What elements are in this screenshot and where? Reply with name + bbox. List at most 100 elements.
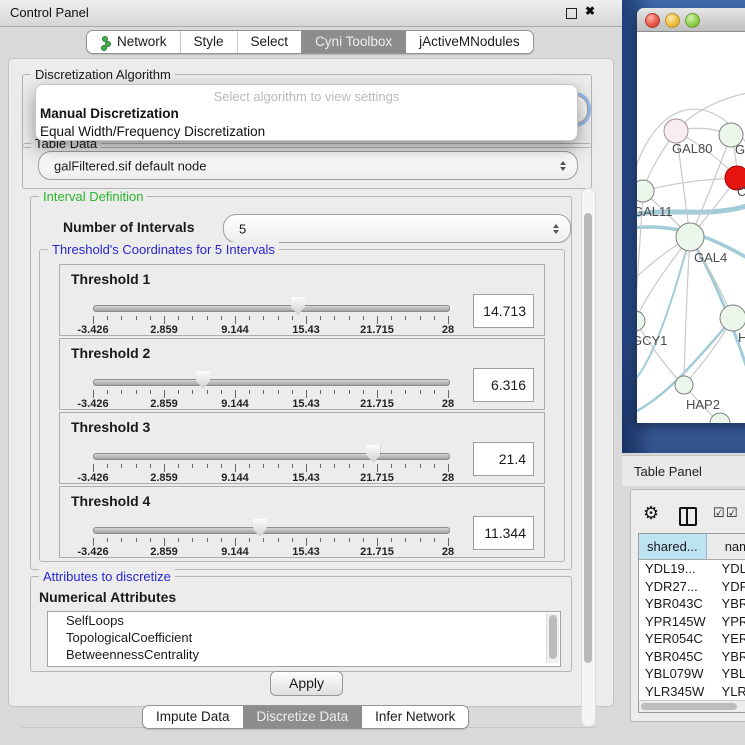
close-traffic-light-icon[interactable]	[645, 13, 660, 28]
attribute-item-selfloops[interactable]: SelfLoops	[48, 612, 560, 629]
threshold-panel-2: Threshold 2-3.4262.8599.14415.4321.71528…	[59, 338, 545, 410]
slider-track[interactable]	[93, 379, 450, 386]
slider-tick-label: 21.715	[360, 398, 394, 410]
algorithm-option-equal-width-frequency-discretization[interactable]: Equal Width/Frequency Discretization	[36, 123, 577, 141]
slider-track[interactable]	[93, 527, 450, 534]
network-edge[interactable]	[684, 237, 690, 385]
tab-cyni-toolbox[interactable]: Cyni Toolbox	[301, 31, 405, 53]
slider-thumb[interactable]	[253, 519, 267, 537]
threshold-value-input[interactable]: 6.316	[473, 368, 534, 402]
slider-tick	[93, 464, 94, 472]
close-icon[interactable]: ✖	[585, 4, 595, 18]
network-node[interactable]	[720, 305, 745, 331]
panel-scrollbar-thumb[interactable]	[584, 213, 592, 663]
tab-network[interactable]: Network	[87, 31, 180, 53]
attributes-scrollbar-thumb[interactable]	[549, 615, 557, 659]
slider-tick	[164, 390, 165, 398]
slider-tick	[249, 538, 250, 542]
thresholds-group: Threshold's Coordinates for 5 Intervals …	[39, 249, 565, 562]
slider-tick	[235, 464, 236, 472]
slider-tick-label: 28	[442, 324, 454, 336]
cell-shared-name: YDR27...	[639, 578, 714, 596]
zoom-traffic-light-icon[interactable]	[685, 13, 700, 28]
tab-discretize-data[interactable]: Discretize Data	[243, 706, 362, 728]
table-hscrollbar-thumb[interactable]	[641, 703, 737, 710]
network-node[interactable]	[675, 376, 693, 394]
slider-track[interactable]	[93, 453, 450, 460]
slider-thumb[interactable]	[291, 297, 305, 315]
slider-tick-label: 2.859	[150, 398, 178, 410]
column-header-name[interactable]: name	[707, 534, 745, 559]
slider-tick	[363, 390, 364, 394]
slider-thumb[interactable]	[196, 371, 210, 389]
slider-tick	[150, 316, 151, 320]
network-node[interactable]	[676, 223, 704, 251]
interval-count-select[interactable]: 5	[223, 214, 571, 243]
table-data-select[interactable]: galFiltered.sif default node	[38, 151, 578, 180]
slider-tick	[363, 538, 364, 542]
attribute-item-topologicalcoefficient[interactable]: TopologicalCoefficient	[48, 629, 560, 646]
slider-tick	[278, 316, 279, 320]
slider-tick	[221, 538, 222, 542]
slider-tick-label: 28	[442, 472, 454, 484]
slider-tick-label: -3.426	[77, 398, 108, 410]
cell-name: YBL079W	[714, 665, 745, 683]
table-row[interactable]: YBR043CYBR043C	[639, 595, 745, 613]
column-header-shared[interactable]: shared...	[639, 534, 707, 559]
table-row[interactable]: YBR045CYBR045C	[639, 648, 745, 666]
table-rows: YDL19...YDL19...YDR27...YDR27...YBR043CY…	[639, 560, 745, 701]
network-edge[interactable]	[637, 237, 690, 321]
slider-tick	[292, 538, 293, 542]
network-window-titlebar[interactable]	[637, 8, 745, 32]
slider-tick	[391, 316, 392, 320]
float-window-icon[interactable]	[566, 8, 577, 19]
table-row[interactable]: YER054CYER054C	[639, 630, 745, 648]
table-row[interactable]: YLR345WYLR345W	[639, 683, 745, 701]
network-node[interactable]	[710, 413, 730, 423]
algorithm-option-manual-discretization[interactable]: Manual Discretization	[36, 105, 577, 123]
tab-infer-network[interactable]: Infer Network	[361, 706, 468, 728]
network-node-label: GAL80	[672, 141, 712, 156]
threshold-label: Threshold 2	[71, 345, 150, 361]
columns-icon[interactable]	[679, 507, 697, 526]
slider-tick-label: -3.426	[77, 546, 108, 558]
cell-shared-name: YER054C	[639, 630, 714, 648]
slider-tick	[349, 464, 350, 468]
slider-tick-label: 9.144	[221, 472, 249, 484]
tab-impute-data[interactable]: Impute Data	[143, 706, 243, 728]
tab-label: Cyni Toolbox	[315, 31, 392, 53]
network-node[interactable]	[664, 119, 688, 143]
network-node[interactable]	[637, 311, 645, 331]
minimize-traffic-light-icon[interactable]	[665, 13, 680, 28]
tab-label: jActiveMNodules	[419, 31, 520, 53]
cell-shared-name: YPR145W	[639, 613, 714, 631]
checkbox-icon[interactable]: ☑	[713, 505, 725, 521]
attributes-group: Attributes to discretize Numerical Attri…	[30, 576, 572, 672]
table-row[interactable]: YPR145WYPR145W	[639, 613, 745, 631]
tab-jactivemnodules[interactable]: jActiveMNodules	[405, 31, 533, 53]
network-node[interactable]	[637, 180, 654, 202]
gear-icon[interactable]: ⚙	[643, 503, 659, 524]
slider-tick	[207, 390, 208, 394]
table-row[interactable]: YBL079WYBL079W	[639, 665, 745, 683]
slider-track[interactable]	[93, 305, 450, 312]
apply-button[interactable]: Apply	[270, 671, 343, 696]
table-row[interactable]: YDR27...YDR27...	[639, 578, 745, 596]
slider-tick	[334, 538, 335, 542]
slider-thumb[interactable]	[366, 445, 380, 463]
table-row[interactable]: YDL19...YDL19...	[639, 560, 745, 578]
threshold-label: Threshold 1	[71, 271, 150, 287]
attribute-item-betweennesscentrality[interactable]: BetweennessCentrality	[48, 646, 560, 663]
threshold-value-input[interactable]: 21.4	[473, 442, 534, 476]
slider-tick	[136, 538, 137, 542]
threshold-value-input[interactable]: 14.713	[473, 294, 534, 328]
threshold-value-input[interactable]: 11.344	[473, 516, 534, 550]
checkbox-icon[interactable]: ☑	[726, 505, 738, 521]
tab-select[interactable]: Select	[237, 31, 302, 53]
interval-definition-title: Interval Definition	[39, 189, 147, 204]
network-edge[interactable]	[643, 178, 737, 191]
network-canvas[interactable]: GAL80GACGAL11GAL4GCY1HHAP2	[637, 32, 745, 423]
tab-style[interactable]: Style	[180, 31, 237, 53]
slider-tick	[121, 538, 122, 542]
table-horizontal-scrollbar	[639, 700, 745, 712]
